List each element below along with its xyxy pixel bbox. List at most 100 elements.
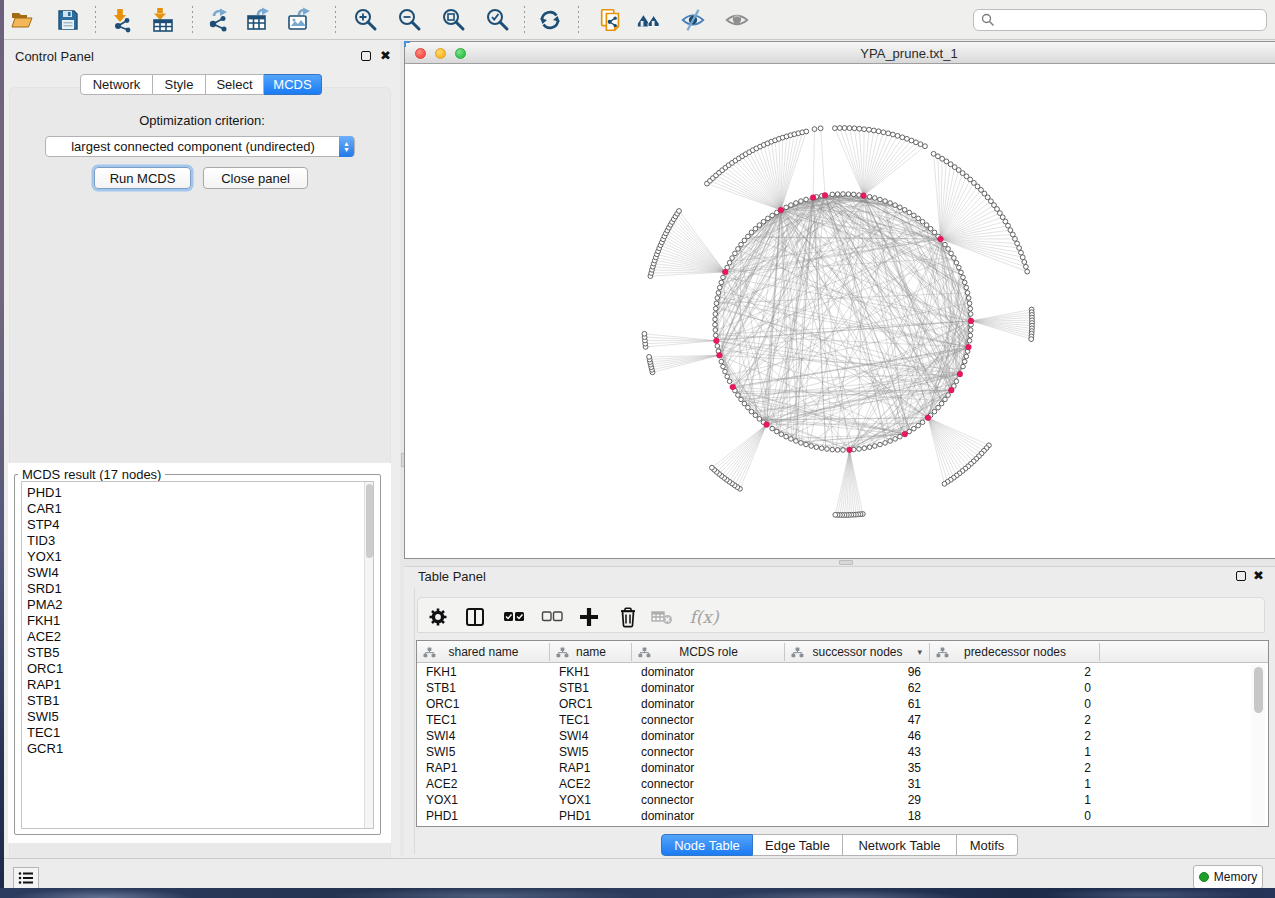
tab-style[interactable]: Style bbox=[153, 74, 206, 95]
table-cell: SWI5 bbox=[417, 744, 550, 760]
column-header-MCDS-role[interactable]: MCDS role bbox=[632, 641, 785, 663]
table-cell: dominator bbox=[632, 760, 785, 776]
table-row[interactable]: ORC1ORC1dominator610 bbox=[417, 696, 1268, 712]
tab-motifs[interactable]: Motifs bbox=[957, 834, 1018, 856]
column-header-name[interactable]: name bbox=[550, 641, 632, 663]
import-table-icon[interactable] bbox=[150, 7, 176, 33]
table-row[interactable]: PHD1PHD1dominator180 bbox=[417, 808, 1268, 824]
table-row[interactable]: RAP1RAP1dominator352 bbox=[417, 760, 1268, 776]
table-cell bbox=[1100, 680, 1268, 696]
node-table-rows: FKH1FKH1dominator962STB1STB1dominator620… bbox=[417, 664, 1268, 824]
table-row[interactable]: TEC1TEC1connector472 bbox=[417, 712, 1268, 728]
column-header-shared-name[interactable]: shared name bbox=[417, 641, 550, 663]
import-network-icon[interactable] bbox=[110, 7, 136, 33]
delete-table-icon[interactable] bbox=[648, 603, 676, 631]
table-row[interactable]: FKH1FKH1dominator962 bbox=[417, 664, 1268, 680]
table-cell: FKH1 bbox=[550, 664, 632, 680]
table-scrollbar[interactable] bbox=[1251, 665, 1265, 825]
table-row[interactable]: ACE2ACE2connector311 bbox=[417, 776, 1268, 792]
control-panel-tabs: NetworkStyleSelectMCDS bbox=[80, 74, 322, 95]
unselect-all-columns-icon[interactable] bbox=[538, 603, 566, 631]
optimization-criterion-select[interactable]: largest connected component (undirected)… bbox=[45, 136, 355, 157]
column-header-empty[interactable] bbox=[1100, 641, 1268, 663]
search-box[interactable] bbox=[973, 9, 1267, 31]
network-window-titlebar[interactable]: YPA_prune.txt_1 bbox=[405, 42, 1275, 64]
run-mcds-button[interactable]: Run MCDS bbox=[94, 167, 191, 189]
main-toolbar bbox=[4, 0, 1275, 40]
node-table-header: shared namenameMCDS rolesuccessor nodes▾… bbox=[417, 641, 1268, 663]
tab-network[interactable]: Network bbox=[80, 74, 153, 95]
delete-column-icon[interactable] bbox=[614, 603, 642, 631]
show-all-eye-icon[interactable] bbox=[724, 7, 750, 33]
float-panel-icon[interactable] bbox=[361, 51, 371, 61]
function-builder-icon[interactable]: f(x) bbox=[690, 603, 718, 631]
table-cell: connector bbox=[632, 792, 785, 808]
save-session-icon[interactable] bbox=[55, 7, 81, 33]
export-image-icon[interactable] bbox=[286, 7, 312, 33]
mcds-result-list[interactable]: PHD1 CAR1 STP4 TID3 YOX1 SWI4 SRD1 PMA2 … bbox=[21, 481, 374, 829]
mcds-list-scrollbar[interactable] bbox=[364, 482, 373, 828]
refresh-icon[interactable] bbox=[537, 7, 563, 33]
zoom-out-icon[interactable] bbox=[396, 7, 422, 33]
memory-button[interactable]: Memory bbox=[1193, 865, 1263, 889]
table-cell: YOX1 bbox=[417, 792, 550, 808]
table-cell: 0 bbox=[930, 808, 1100, 824]
open-file-icon[interactable] bbox=[9, 7, 35, 33]
table-cell: 1 bbox=[930, 744, 1100, 760]
zoom-selected-icon[interactable] bbox=[484, 7, 510, 33]
column-header-predecessor-nodes[interactable]: predecessor nodes bbox=[930, 641, 1100, 663]
table-row[interactable]: SWI4SWI4dominator462 bbox=[417, 728, 1268, 744]
table-cell: ACE2 bbox=[550, 776, 632, 792]
optimization-criterion-value: largest connected component (undirected) bbox=[71, 139, 315, 154]
select-all-columns-icon[interactable] bbox=[500, 603, 528, 631]
table-settings-gear-icon[interactable] bbox=[424, 603, 452, 631]
mcds-result-area: MCDS result (17 nodes) PHD1 CAR1 STP4 TI… bbox=[8, 463, 391, 843]
network-graph bbox=[405, 64, 1275, 558]
close-panel-icon[interactable]: ✖ bbox=[380, 51, 391, 61]
table-cell: STB1 bbox=[417, 680, 550, 696]
table-row[interactable]: YOX1YOX1connector291 bbox=[417, 792, 1268, 808]
float-table-panel-icon[interactable] bbox=[1236, 571, 1246, 581]
close-panel-button[interactable]: Close panel bbox=[203, 167, 308, 189]
add-column-icon[interactable] bbox=[575, 603, 603, 631]
first-neighbors-icon[interactable] bbox=[636, 7, 662, 33]
close-table-panel-icon[interactable]: ✖ bbox=[1253, 571, 1264, 581]
tab-select[interactable]: Select bbox=[206, 74, 264, 95]
table-cell: PHD1 bbox=[550, 808, 632, 824]
table-cell: SWI5 bbox=[550, 744, 632, 760]
table-cell: 62 bbox=[785, 680, 930, 696]
table-scrollbar-thumb[interactable] bbox=[1254, 667, 1263, 713]
control-panel: Control Panel ✖ NetworkStyleSelectMCDS O… bbox=[4, 41, 400, 856]
export-table-icon[interactable] bbox=[245, 7, 271, 33]
zoom-in-icon[interactable] bbox=[352, 7, 378, 33]
node-table[interactable]: shared namenameMCDS rolesuccessor nodes▾… bbox=[416, 640, 1269, 827]
tab-network-table[interactable]: Network Table bbox=[843, 834, 957, 856]
hide-selected-eye-icon[interactable] bbox=[680, 7, 706, 33]
tab-mcds[interactable]: MCDS bbox=[264, 74, 322, 95]
table-cell: 1 bbox=[930, 792, 1100, 808]
task-history-button[interactable] bbox=[13, 867, 39, 889]
column-layout-icon[interactable] bbox=[461, 603, 489, 631]
search-input[interactable] bbox=[996, 11, 1266, 29]
column-header-successor-nodes[interactable]: successor nodes▾ bbox=[785, 641, 930, 663]
mcds-list-scrollbar-thumb[interactable] bbox=[366, 484, 373, 558]
horizontal-splitter-grip[interactable] bbox=[839, 560, 853, 565]
table-cell: 46 bbox=[785, 728, 930, 744]
export-network-icon[interactable] bbox=[206, 7, 232, 33]
task-list-icon bbox=[18, 871, 34, 885]
table-cell: YOX1 bbox=[550, 792, 632, 808]
table-row[interactable]: STB1STB1dominator620 bbox=[417, 680, 1268, 696]
network-canvas[interactable] bbox=[405, 64, 1275, 558]
horizontal-splitter[interactable] bbox=[404, 559, 1275, 566]
table-cell: 47 bbox=[785, 712, 930, 728]
table-cell: dominator bbox=[632, 696, 785, 712]
table-row[interactable]: SWI5SWI5connector431 bbox=[417, 744, 1268, 760]
table-cell bbox=[1100, 760, 1268, 776]
shared-column-icon bbox=[423, 647, 436, 658]
tab-edge-table[interactable]: Edge Table bbox=[753, 834, 843, 856]
new-network-from-selection-icon[interactable] bbox=[598, 7, 624, 33]
table-cell bbox=[1100, 728, 1268, 744]
tab-node-table[interactable]: Node Table bbox=[661, 834, 753, 856]
desktop: Control Panel ✖ NetworkStyleSelectMCDS O… bbox=[0, 0, 1275, 898]
zoom-fit-icon[interactable] bbox=[440, 7, 466, 33]
